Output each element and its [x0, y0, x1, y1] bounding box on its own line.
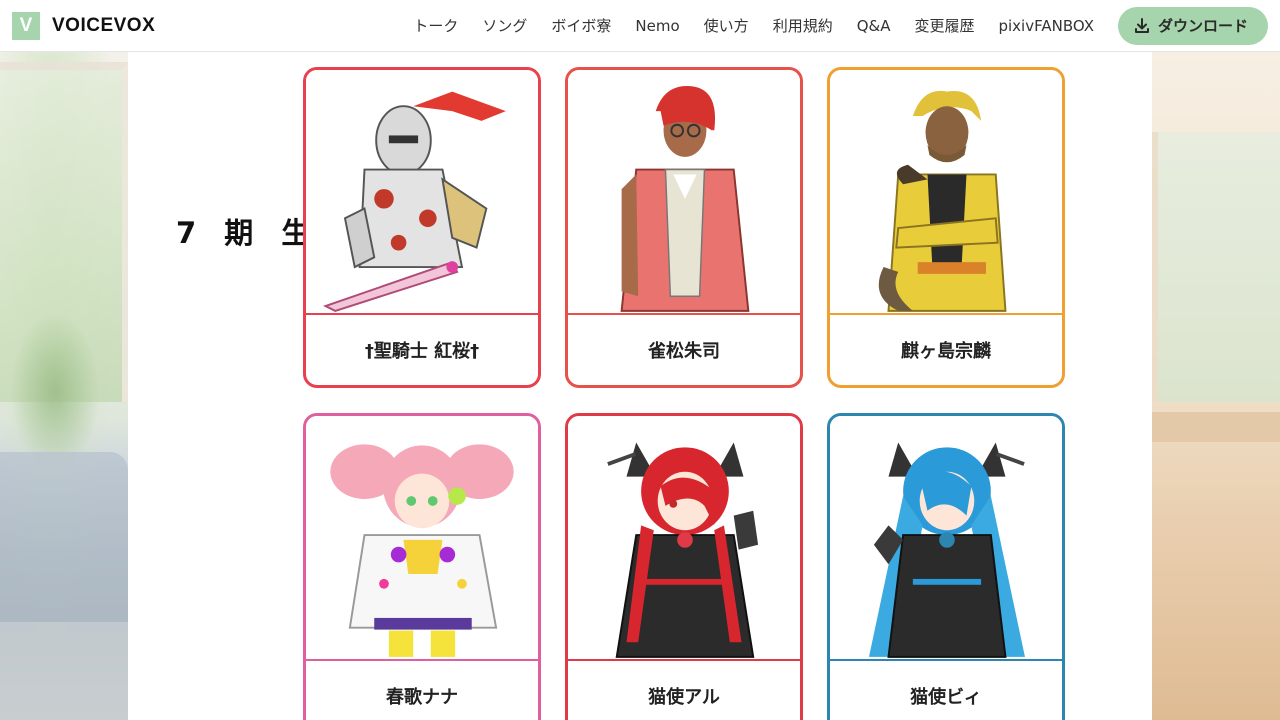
download-icon [1134, 17, 1149, 33]
download-label: ダウンロード [1157, 17, 1248, 35]
background-sofa [0, 452, 128, 622]
character-portrait [306, 70, 538, 315]
character-name: †聖騎士 紅桜† [364, 341, 480, 362]
character-name: 春歌ナナ [386, 687, 458, 708]
character-card[interactable]: 麒ヶ島宗麟 [827, 67, 1065, 388]
main-nav: トーク ソング ボイボ寮 Nemo 使い方 利用規約 Q&A 変更履歴 pixi… [401, 6, 1268, 45]
character-name: 雀松朱司 [648, 341, 720, 362]
logo-text: VOICEVOX [52, 14, 156, 36]
nekotsuka-aru-illustration [607, 442, 759, 658]
character-name: 猫使ビィ [910, 687, 982, 708]
background-plant [10, 312, 100, 472]
character-portrait [306, 416, 538, 661]
character-portrait [830, 70, 1062, 315]
nav-qa[interactable]: Q&A [857, 17, 891, 35]
character-panel: 7 期 生 †聖騎士 紅桜† 雀松朱司 麒ヶ島宗麟 春歌ナナ 猫使アル 猫使ビィ [128, 52, 1152, 720]
background-left [0, 52, 128, 720]
background-window-right [1152, 132, 1280, 402]
character-card[interactable]: 猫使アル [565, 413, 803, 720]
nav-howto[interactable]: 使い方 [704, 15, 749, 36]
character-card[interactable]: 春歌ナナ [303, 413, 541, 720]
nav-song[interactable]: ソング [482, 15, 527, 36]
character-portrait [568, 416, 800, 661]
kirigashima-illustration [878, 90, 1007, 312]
logo-icon: V [12, 11, 40, 40]
character-name: 麒ヶ島宗麟 [901, 341, 991, 362]
nekotsuka-bi-illustration [868, 442, 1025, 658]
character-card[interactable]: †聖騎士 紅桜† [303, 67, 541, 388]
character-name: 猫使アル [648, 687, 720, 708]
suzumatsu-illustration [620, 86, 750, 312]
generation-heading: 7 期 生 [176, 216, 320, 250]
nav-talk[interactable]: トーク [413, 15, 458, 36]
character-portrait [568, 70, 800, 315]
nav-terms[interactable]: 利用規約 [773, 15, 833, 36]
character-card[interactable]: 雀松朱司 [565, 67, 803, 388]
background-right [1152, 52, 1280, 720]
character-portrait [830, 416, 1062, 661]
nav-nemo[interactable]: Nemo [635, 17, 679, 35]
nav-dormitory[interactable]: ボイボ寮 [551, 15, 611, 36]
haruka-nana-illustration [330, 444, 514, 657]
site-header: V VOICEVOX トーク ソング ボイボ寮 Nemo 使い方 利用規約 Q&… [0, 0, 1280, 52]
nav-fanbox[interactable]: pixivFANBOX [998, 17, 1094, 35]
background-table [1152, 412, 1280, 442]
character-card[interactable]: 猫使ビィ [827, 413, 1065, 720]
site-logo[interactable]: V VOICEVOX [12, 11, 156, 40]
download-button[interactable]: ダウンロード [1117, 6, 1268, 45]
knight-illustration [322, 91, 506, 312]
nav-changelog[interactable]: 変更履歴 [914, 15, 974, 36]
